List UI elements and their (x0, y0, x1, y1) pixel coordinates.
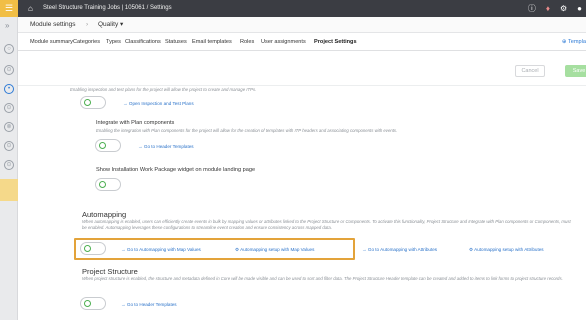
menu-icon[interactable]: ☰ (0, 0, 18, 17)
plan-components-toggle[interactable] (95, 139, 121, 152)
toggle-knob (99, 181, 106, 188)
breadcrumb: Steel Structure Training Jobs | 105061 /… (43, 5, 172, 11)
automapping-setup-map-values-link[interactable]: ⚙ Automapping setup with Map Values (235, 247, 314, 253)
nav-icon-1[interactable]: ○ (4, 44, 14, 54)
settings-icon[interactable]: ⚙ (560, 3, 567, 14)
tab-types[interactable]: Types (106, 33, 121, 51)
home-icon[interactable]: ⌂ (28, 4, 33, 13)
notifications-icon[interactable]: ♦ (546, 3, 550, 14)
tab-email-templates[interactable]: Email templates (192, 33, 232, 51)
module-settings-link[interactable]: Module settings (30, 17, 76, 33)
automapping-attributes-link[interactable]: → Go to Automapping with Attributes (362, 247, 437, 252)
tab-module-summary[interactable]: Module summary (30, 33, 73, 51)
automapping-setup-attributes-link[interactable]: ⚙ Automapping setup with Attributes (469, 247, 544, 253)
automapping-map-values-link[interactable]: → Go to Automapping with Map Values (121, 247, 201, 252)
tab-categories[interactable]: Categories (73, 33, 100, 51)
nav-icon-7[interactable]: ⊙ (4, 160, 14, 170)
module-header: Module settings › Quality ▾ (18, 17, 586, 33)
tab-roles[interactable]: Roles (240, 33, 254, 51)
project-structure-header-templates-link[interactable]: → Go to Header Templates (121, 302, 177, 307)
open-itp-link[interactable]: → Open Inspection and Test Plans (123, 101, 194, 106)
save-button[interactable]: Save (565, 65, 586, 77)
help-icon[interactable]: ⓘ (528, 3, 536, 14)
templates-link[interactable]: ⊕ Templa (562, 33, 586, 51)
plan-components-title: Integrate with Plan components (96, 120, 175, 126)
cancel-button[interactable]: Cancel (515, 65, 545, 77)
toggle-knob (84, 99, 91, 106)
nav-item-active[interactable] (0, 179, 18, 201)
expand-chevron-icon[interactable]: » (5, 21, 9, 30)
inspection-description: Enabling inspection and test plans for t… (70, 87, 257, 92)
work-package-title: Show Installation Work Package widget on… (96, 167, 256, 173)
tab-project-settings[interactable]: Project Settings (314, 33, 357, 51)
project-structure-toggle[interactable] (80, 297, 106, 310)
header-templates-link[interactable]: → Go to Header Templates (138, 144, 194, 149)
left-sidebar: ☰ » ○ ⊙ • ⊙ ⊗ ⊙ ⊙ (0, 0, 18, 320)
module-dropdown[interactable]: Quality ▾ (98, 17, 123, 33)
project-structure-description: When project structure is enabled, the s… (82, 276, 563, 281)
plan-components-description: Enabling the integration with Plan compo… (96, 128, 398, 133)
nav-icon-6[interactable]: ⊙ (4, 141, 14, 151)
nav-icon-5[interactable]: ⊗ (4, 122, 14, 132)
tab-bar: Module summary Categories Types Classifi… (18, 33, 586, 51)
chevron-right-icon: › (86, 21, 89, 28)
automapping-description: When automapping is enabled, users can e… (82, 219, 571, 230)
inspection-toggle[interactable] (80, 96, 106, 109)
toggle-knob (84, 245, 91, 252)
toggle-knob (84, 300, 91, 307)
nav-icon-4[interactable]: ⊙ (4, 103, 14, 113)
user-icon[interactable]: ● (577, 3, 582, 14)
top-bar-actions: ⓘ ♦ ⚙ ● (528, 3, 582, 14)
tab-statuses[interactable]: Statuses (165, 33, 187, 51)
toggle-knob (99, 142, 106, 149)
automapping-toggle[interactable] (80, 242, 106, 255)
templates-label: Templa (567, 39, 586, 45)
nav-icon-2[interactable]: ⊙ (4, 65, 14, 75)
work-package-toggle[interactable] (95, 178, 121, 191)
nav-icon-3[interactable]: • (4, 84, 14, 94)
app-root: ☰ » ○ ⊙ • ⊙ ⊗ ⊙ ⊙ ⌂ Steel Structure Trai… (0, 0, 586, 320)
project-structure-title: Project Structure (82, 267, 138, 276)
top-bar: ⌂ Steel Structure Training Jobs | 105061… (18, 0, 586, 17)
tab-classifications[interactable]: Classifications (125, 33, 161, 51)
automapping-title: Automapping (82, 210, 127, 219)
action-bar: Cancel Save (18, 51, 586, 86)
settings-content: Enabling inspection and test plans for t… (18, 86, 586, 320)
tab-user-assignments[interactable]: User assignments (261, 33, 306, 51)
